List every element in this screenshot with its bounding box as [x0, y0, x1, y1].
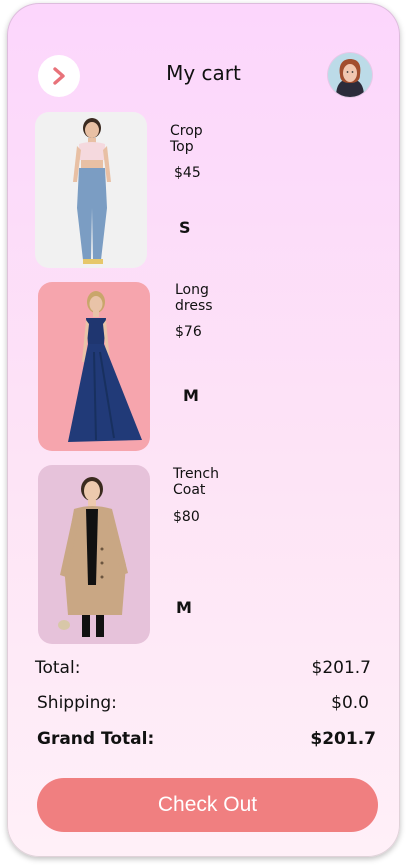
- product-image-crop-top: [35, 112, 147, 268]
- item-size: M: [176, 598, 192, 617]
- shipping-label: Shipping:: [37, 693, 117, 713]
- item-name: Long dress: [175, 282, 213, 314]
- product-image-long-dress: [38, 282, 150, 451]
- avatar-image: [328, 53, 372, 97]
- item-name: Trench Coat: [173, 466, 219, 498]
- checkout-button[interactable]: Check Out: [37, 778, 378, 832]
- item-price: $45: [174, 165, 201, 181]
- item-size: M: [183, 386, 199, 405]
- grand-total-label: Grand Total:: [37, 729, 155, 749]
- phone-screen: My cart Crop Top $45 S Long dress $76 M …: [7, 3, 400, 857]
- total-label: Total:: [35, 658, 81, 678]
- shipping-value: $0.0: [331, 693, 369, 713]
- avatar[interactable]: [328, 53, 372, 97]
- item-size: S: [179, 218, 191, 237]
- item-name: Crop Top: [170, 123, 203, 155]
- item-price: $80: [173, 509, 200, 525]
- item-price: $76: [175, 324, 202, 340]
- grand-total-value: $201.7: [310, 729, 376, 749]
- total-value: $201.7: [311, 658, 371, 678]
- product-image-trench-coat: [38, 465, 150, 644]
